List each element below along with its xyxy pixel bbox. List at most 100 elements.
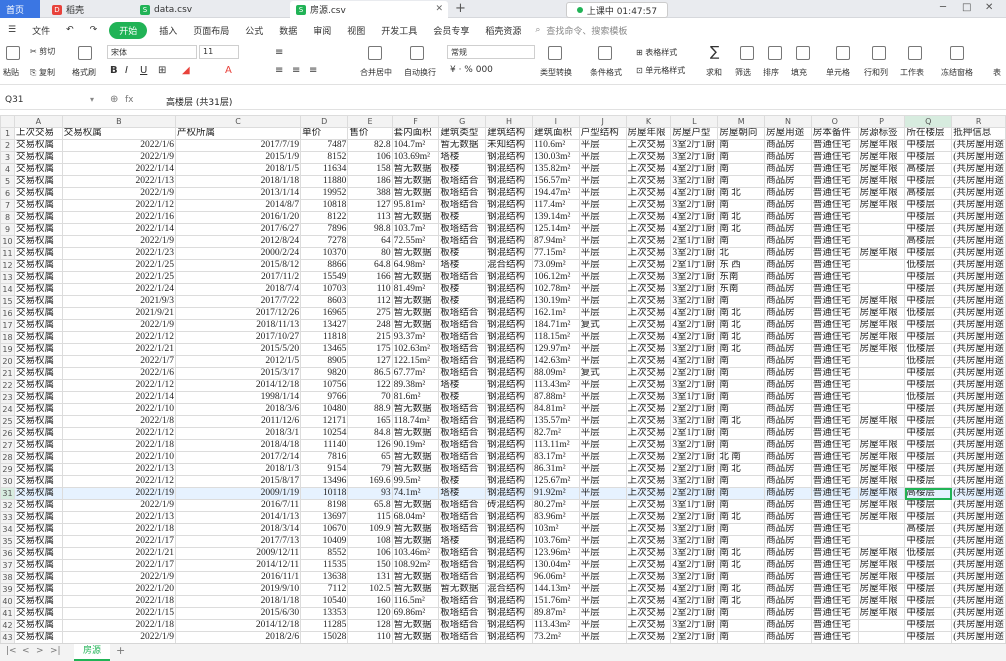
row-header[interactable]: 6 xyxy=(0,187,15,200)
table-row[interactable]: 38 交易权属 2022/1/9 2016/11/1 13638 131 暂无数据 板塔结合钢… xyxy=(0,571,1006,584)
cell-r9[interactable]: (共房屋用途 xyxy=(951,223,1006,236)
cell-i3[interactable]: 130.03m² xyxy=(531,151,580,164)
menu-data[interactable]: 数据 xyxy=(271,24,305,37)
cell-r35[interactable]: (共房屋用途 xyxy=(951,535,1006,548)
cell-k42[interactable]: 上次交易 xyxy=(625,619,672,632)
cell-n19[interactable]: 商品房 xyxy=(764,343,812,356)
cell-e13[interactable]: 166 xyxy=(347,271,393,284)
fx-icon[interactable]: fx xyxy=(125,95,134,105)
table-row[interactable]: 33 交易权属 2022/1/13 2014/1/13 13697 115 68.04m² 板… xyxy=(0,511,1006,524)
cell-d42[interactable]: 11285 xyxy=(300,619,349,632)
cell-n20[interactable]: 商品房 xyxy=(764,355,812,368)
cell-l11[interactable]: 3室2厅1厨 xyxy=(670,247,719,260)
cell-a42[interactable]: 交易权属 xyxy=(13,619,63,632)
cell-b15[interactable]: 2021/9/3 xyxy=(61,295,177,308)
cell-i18[interactable]: 118.15m² xyxy=(531,331,580,344)
column-header-b[interactable]: B xyxy=(61,115,177,128)
cell-f36[interactable]: 103.46m² xyxy=(391,547,440,560)
table-row[interactable]: 35 交易权属 2022/1/17 2017/7/13 10409 108 暂无数据 塔楼 钢混… xyxy=(0,535,1006,548)
cell-f10[interactable]: 72.55m² xyxy=(391,235,440,248)
table-row[interactable]: 5 交易权属 2022/1/13 2018/1/18 11880 186 暂无数据 板塔结合钢… xyxy=(0,175,1006,188)
cell-g42[interactable]: 板塔结合 xyxy=(438,619,487,632)
cell-f11[interactable]: 暂无数据 xyxy=(391,247,440,260)
row-header[interactable]: 37 xyxy=(0,559,15,572)
cell-g22[interactable]: 塔楼 xyxy=(438,379,487,392)
cell-j35[interactable]: 平层 xyxy=(578,535,627,548)
cell-h8[interactable]: 钢混结构 xyxy=(485,211,533,224)
cell-b22[interactable]: 2022/1/12 xyxy=(61,379,177,392)
cell-j42[interactable]: 平层 xyxy=(578,619,627,632)
cell-g32[interactable]: 板塔结合 xyxy=(438,499,487,512)
cell-o11[interactable]: 普通住宅 xyxy=(810,247,859,260)
cell-n29[interactable]: 商品房 xyxy=(764,463,812,476)
cell-o22[interactable]: 普通住宅 xyxy=(810,379,859,392)
cell-j31[interactable]: 平层 xyxy=(578,487,627,500)
cell-f2[interactable]: 104.7m² xyxy=(391,139,440,152)
table-row[interactable]: 36 交易权属 2022/1/21 2009/12/11 8552 106 103.46m²… xyxy=(0,547,1006,560)
conditional-format-icon[interactable] xyxy=(598,46,612,60)
name-box-dropdown-icon[interactable]: ▾ xyxy=(90,95,94,104)
cell-p1[interactable]: 房源标签 xyxy=(857,127,906,140)
cell-l35[interactable]: 3室2厅1厨 xyxy=(670,535,719,548)
row-header[interactable]: 31 xyxy=(0,487,15,500)
cell-o19[interactable]: 普通住宅 xyxy=(810,343,859,356)
cell-c18[interactable]: 2017/10/27 xyxy=(175,331,302,344)
cell-g39[interactable]: 暂无数据 xyxy=(438,583,487,596)
cell-b12[interactable]: 2022/1/25 xyxy=(61,259,177,272)
cell-j41[interactable]: 平层 xyxy=(578,607,627,620)
cell-c15[interactable]: 2017/7/22 xyxy=(175,295,302,308)
cell-l41[interactable]: 2室2厅1厨 xyxy=(670,607,719,620)
cell-p15[interactable]: 房屋年限 xyxy=(857,295,906,308)
cell-c2[interactable]: 2017/7/19 xyxy=(175,139,302,152)
cell-b20[interactable]: 2022/1/7 xyxy=(61,355,177,368)
cell-b29[interactable]: 2022/1/13 xyxy=(61,463,177,476)
cell-h16[interactable]: 钢混结构 xyxy=(485,307,533,320)
cell-r40[interactable]: (共房屋用途 xyxy=(951,595,1006,608)
cell-f8[interactable]: 暂无数据 xyxy=(391,211,440,224)
cell-g14[interactable]: 板楼 xyxy=(438,283,487,296)
cell-c13[interactable]: 2017/11/2 xyxy=(175,271,302,284)
cell-e7[interactable]: 127 xyxy=(347,199,393,212)
cell-q17[interactable]: 中楼层 xyxy=(904,319,953,332)
cell-c36[interactable]: 2009/12/11 xyxy=(175,547,302,560)
cell-c31[interactable]: 2009/1/19 xyxy=(175,487,302,500)
sheet-icon[interactable] xyxy=(908,46,922,60)
cell-h34[interactable]: 钢混结构 xyxy=(485,523,533,536)
cell-l3[interactable]: 3室2厅1厨 xyxy=(670,151,719,164)
cell-b42[interactable]: 2022/1/18 xyxy=(61,619,177,632)
cell-g26[interactable]: 板塔结合 xyxy=(438,427,487,440)
cell-j28[interactable]: 平层 xyxy=(578,451,627,464)
freeze-icon[interactable] xyxy=(950,46,964,60)
cell-r42[interactable]: (共房屋用途 xyxy=(951,619,1006,632)
add-sheet-icon[interactable]: + xyxy=(116,644,125,657)
cell-h20[interactable]: 钢混结构 xyxy=(485,355,533,368)
cell-a9[interactable]: 交易权属 xyxy=(13,223,63,236)
table-row[interactable]: 7 交易权属 2022/1/12 2014/8/7 10818 127 95.81m² 板塔结… xyxy=(0,199,1006,212)
table-row[interactable]: 28 交易权属 2022/1/10 2017/2/14 7816 65 暂无数据 板塔结合 钢混… xyxy=(0,451,1006,464)
cell-c11[interactable]: 2000/2/24 xyxy=(175,247,302,260)
sum-button[interactable]: 求和 xyxy=(706,67,722,78)
cell-e32[interactable]: 65.8 xyxy=(347,499,393,512)
cell-e16[interactable]: 275 xyxy=(347,307,393,320)
cell-o41[interactable]: 普通住宅 xyxy=(810,607,859,620)
cell-b11[interactable]: 2022/1/23 xyxy=(61,247,177,260)
cell-g11[interactable]: 板楼 xyxy=(438,247,487,260)
sort-button[interactable]: 排序 xyxy=(763,67,779,78)
cell-k18[interactable]: 上次交易 xyxy=(625,331,672,344)
cell-q11[interactable]: 中楼层 xyxy=(904,247,953,260)
cell-d6[interactable]: 19952 xyxy=(300,187,349,200)
cell-r16[interactable]: (共房屋用途 xyxy=(951,307,1006,320)
cell-f19[interactable]: 102.63m² xyxy=(391,343,440,356)
cell-f29[interactable]: 暂无数据 xyxy=(391,463,440,476)
cell-q41[interactable]: 中楼层 xyxy=(904,607,953,620)
row-header[interactable]: 34 xyxy=(0,523,15,536)
cell-g9[interactable]: 板塔结合 xyxy=(438,223,487,236)
cell-h18[interactable]: 钢混结构 xyxy=(485,331,533,344)
cell-h2[interactable]: 未知结构 xyxy=(485,139,533,152)
cell-g29[interactable]: 板塔结合 xyxy=(438,463,487,476)
cell-h14[interactable]: 钢混结构 xyxy=(485,283,533,296)
cell-i34[interactable]: 103m² xyxy=(531,523,580,536)
cell-b43[interactable]: 2022/1/9 xyxy=(61,631,177,643)
cell-b41[interactable]: 2022/1/15 xyxy=(61,607,177,620)
table-row[interactable]: 25 交易权属 2022/1/8 2011/12/6 12171 165 118.74m² 板… xyxy=(0,415,1006,428)
